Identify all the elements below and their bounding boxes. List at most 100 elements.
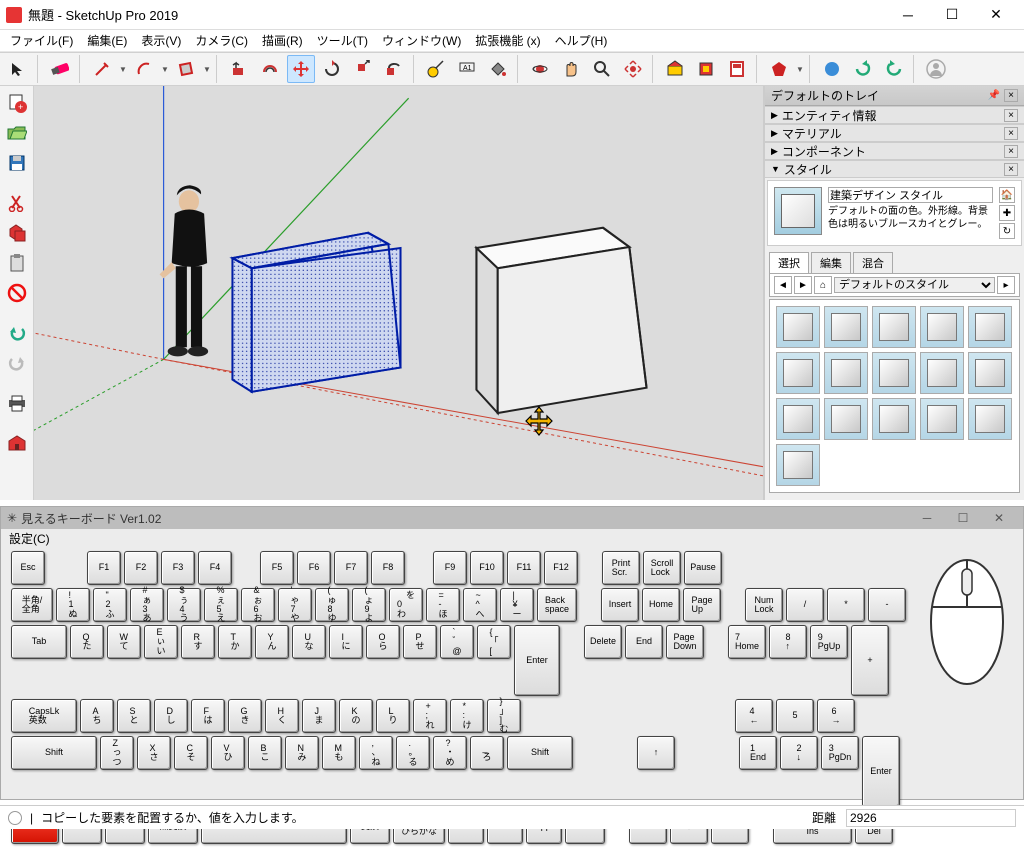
tray-titlebar[interactable]: デフォルトのトレイ 📌 ×	[765, 86, 1024, 106]
key[interactable]: ScrollLock	[643, 551, 681, 585]
key[interactable]: Delete	[584, 625, 622, 659]
key[interactable]: Jま	[302, 699, 336, 733]
key[interactable]: Xさ	[137, 736, 171, 770]
key[interactable]: CapsLk英数	[11, 699, 77, 733]
key[interactable]: F9	[433, 551, 467, 585]
key[interactable]: &ぉ6お	[241, 588, 275, 622]
keyboard-maximize-icon[interactable]: ☐	[945, 511, 981, 525]
redo-icon[interactable]	[880, 55, 908, 83]
key[interactable]: 5	[776, 699, 814, 733]
followme-tool-icon[interactable]	[380, 55, 408, 83]
key[interactable]: *	[827, 588, 865, 622]
key[interactable]: PageUp	[683, 588, 721, 622]
style-item[interactable]	[776, 306, 820, 348]
cut-icon[interactable]	[4, 190, 30, 216]
style-item[interactable]	[824, 306, 868, 348]
panel-entity-info[interactable]: ▶エンティティ情報×	[765, 106, 1024, 124]
line-dropdown-icon[interactable]: ▼	[119, 56, 127, 82]
panel-materials[interactable]: ▶マテリアル×	[765, 124, 1024, 142]
key[interactable]: Fは	[191, 699, 225, 733]
offset-tool-icon[interactable]	[256, 55, 284, 83]
style-name-input[interactable]	[828, 187, 993, 203]
key[interactable]: }」]む	[487, 699, 521, 733]
maximize-button[interactable]: ☐	[930, 1, 974, 29]
key[interactable]: %ぇ5え	[204, 588, 238, 622]
rotate-tool-icon[interactable]	[318, 55, 346, 83]
key[interactable]: (ゅ8ゆ	[315, 588, 349, 622]
key[interactable]: を0わ	[389, 588, 423, 622]
style-item[interactable]	[872, 306, 916, 348]
key[interactable]: #ぁ3あ	[130, 588, 164, 622]
pan-tool-icon[interactable]	[557, 55, 585, 83]
nav-fwd-icon[interactable]: ►	[794, 276, 812, 294]
key[interactable]: Qた	[70, 625, 104, 659]
key[interactable]: Gき	[228, 699, 262, 733]
paint-bucket-icon[interactable]	[484, 55, 512, 83]
key[interactable]: 4←	[735, 699, 773, 733]
panel-components[interactable]: ▶コンポーネント×	[765, 142, 1024, 160]
panel-close-icon[interactable]: ×	[1004, 127, 1018, 140]
move-tool-icon[interactable]	[287, 55, 315, 83]
style-item[interactable]	[968, 398, 1012, 440]
line-tool-icon[interactable]	[88, 55, 116, 83]
key[interactable]: Pせ	[403, 625, 437, 659]
key[interactable]: Dし	[154, 699, 188, 733]
panel-close-icon[interactable]: ×	[1004, 109, 1018, 122]
key[interactable]: Zっつ	[100, 736, 134, 770]
key[interactable]: ,、ね	[359, 736, 393, 770]
style-item[interactable]	[920, 398, 964, 440]
style-item[interactable]	[824, 398, 868, 440]
key[interactable]: 9PgUp	[810, 625, 848, 659]
open-file-icon[interactable]	[4, 120, 30, 146]
key[interactable]: F3	[161, 551, 195, 585]
key[interactable]: Enter	[862, 736, 900, 807]
zoom-tool-icon[interactable]	[588, 55, 616, 83]
keyboard-titlebar[interactable]: ✳ 見えるキーボード Ver1.02 ─ ☐ ✕	[1, 507, 1023, 529]
key[interactable]: Mも	[322, 736, 356, 770]
style-item[interactable]	[920, 352, 964, 394]
style-item[interactable]	[824, 352, 868, 394]
style-item[interactable]	[968, 352, 1012, 394]
tab-select[interactable]: 選択	[769, 252, 809, 273]
warehouse-icon[interactable]	[661, 55, 689, 83]
key[interactable]: Lり	[376, 699, 410, 733]
key[interactable]: ?・め	[433, 736, 467, 770]
panel-close-icon[interactable]: ×	[1004, 163, 1018, 176]
user-icon[interactable]	[922, 55, 950, 83]
key[interactable]: Bこ	[248, 736, 282, 770]
key[interactable]: Backspace	[537, 588, 577, 622]
measurement-input[interactable]	[846, 809, 1016, 827]
key[interactable]: $ぅ4う	[167, 588, 201, 622]
orbit-tool-icon[interactable]	[526, 55, 554, 83]
key[interactable]: Oら	[366, 625, 400, 659]
key[interactable]: F1	[87, 551, 121, 585]
key[interactable]: End	[625, 625, 663, 659]
model-info-icon[interactable]	[4, 430, 30, 456]
delete-icon[interactable]	[4, 280, 30, 306]
key[interactable]: "2ふ	[93, 588, 127, 622]
arc-dropdown-icon[interactable]: ▼	[161, 56, 169, 82]
layout-icon[interactable]	[723, 55, 751, 83]
undo-side-icon[interactable]	[4, 320, 30, 346]
key[interactable]: |¥ー	[500, 588, 534, 622]
key[interactable]: F11	[507, 551, 541, 585]
menu-view[interactable]: 表示(V)	[135, 30, 187, 51]
shape-dropdown-icon[interactable]: ▼	[203, 56, 211, 82]
key[interactable]: F8	[371, 551, 405, 585]
style-refresh-icon[interactable]: ↻	[999, 223, 1015, 239]
key[interactable]: +;れ	[413, 699, 447, 733]
key[interactable]: Wて	[107, 625, 141, 659]
zoom-extents-icon[interactable]	[619, 55, 647, 83]
panel-close-icon[interactable]: ×	[1004, 145, 1018, 158]
key[interactable]: 半角/全角	[11, 588, 53, 622]
key[interactable]: Tab	[11, 625, 67, 659]
nav-home-icon[interactable]: ⌂	[814, 276, 832, 294]
key[interactable]: _ろ	[470, 736, 504, 770]
new-file-icon[interactable]: +	[4, 90, 30, 116]
menu-draw[interactable]: 描画(R)	[256, 30, 309, 51]
key[interactable]: Cそ	[174, 736, 208, 770]
paste-icon[interactable]	[4, 250, 30, 276]
key[interactable]: F10	[470, 551, 504, 585]
menu-extensions[interactable]: 拡張機能 (x)	[469, 30, 546, 51]
key[interactable]: F4	[198, 551, 232, 585]
